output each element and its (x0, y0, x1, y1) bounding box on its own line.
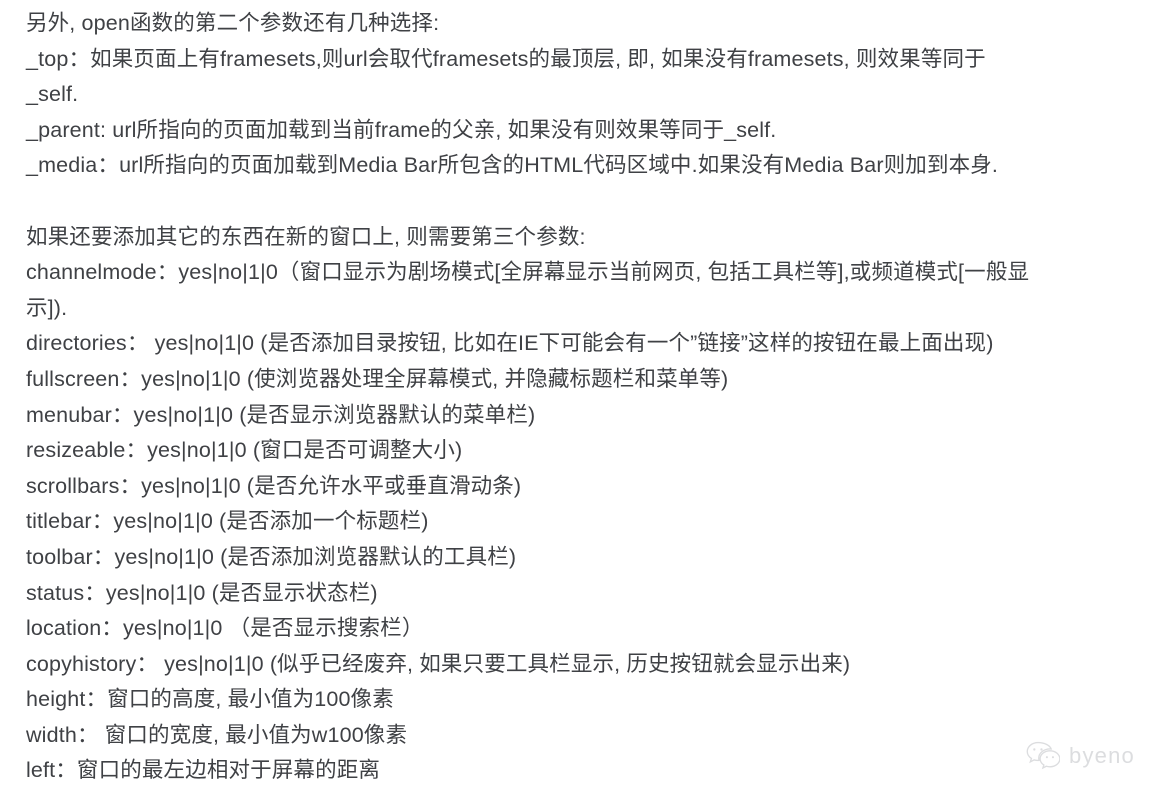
article-body: 另外, open函数的第二个参数还有几种选择: _top：如果页面上有frame… (0, 0, 1159, 789)
text-line: 如果还要添加其它的东西在新的窗口上, 则需要第三个参数: (26, 224, 586, 249)
text-line: 示]). (26, 295, 68, 320)
paragraph-third-param: 如果还要添加其它的东西在新的窗口上, 则需要第三个参数: channelmode… (0, 220, 1159, 790)
text-line: 另外, open函数的第二个参数还有几种选择: (26, 11, 440, 35)
paragraph-intro: 另外, open函数的第二个参数还有几种选择: _top：如果页面上有frame… (0, 6, 1159, 184)
text-line: resizeable：yes|no|1|0 (窗口是否可调整大小) (26, 438, 463, 463)
text-line: channelmode：yes|no|1|0（窗口显示为剧场模式[全屏幕显示当前… (26, 260, 1030, 285)
text-line: _top：如果页面上有framesets,则url会取代framesets的最顶… (26, 46, 986, 71)
text-line: menubar：yes|no|1|0 (是否显示浏览器默认的菜单栏) (26, 402, 536, 427)
text-line: left：窗口的最左边相对于屏幕的距离 (26, 758, 381, 783)
text-line: _parent: url所指向的页面加载到当前frame的父亲, 如果没有则效果… (26, 117, 777, 142)
text-line: status：yes|no|1|0 (是否显示状态栏) (26, 580, 378, 605)
text-line: height：窗口的高度, 最小值为100像素 (26, 687, 394, 712)
text-line: _self. (26, 82, 79, 107)
text-line: width： 窗口的宽度, 最小值为w100像素 (26, 722, 408, 747)
text-line: titlebar：yes|no|1|0 (是否添加一个标题栏) (26, 509, 429, 534)
text-line: fullscreen：yes|no|1|0 (使浏览器处理全屏幕模式, 并隐藏标… (26, 366, 729, 391)
text-line: directories： yes|no|1|0 (是否添加目录按钮, 比如在IE… (26, 331, 994, 356)
text-line: scrollbars：yes|no|1|0 (是否允许水平或垂直滑动条) (26, 473, 522, 498)
text-line: _media：url所指向的页面加载到Media Bar所包含的HTML代码区域… (26, 153, 999, 178)
text-line: toolbar：yes|no|1|0 (是否添加浏览器默认的工具栏) (26, 544, 517, 569)
text-line: copyhistory： yes|no|1|0 (似乎已经废弃, 如果只要工具栏… (26, 651, 851, 676)
text-line: location：yes|no|1|0 （是否显示搜索栏） (26, 616, 424, 641)
